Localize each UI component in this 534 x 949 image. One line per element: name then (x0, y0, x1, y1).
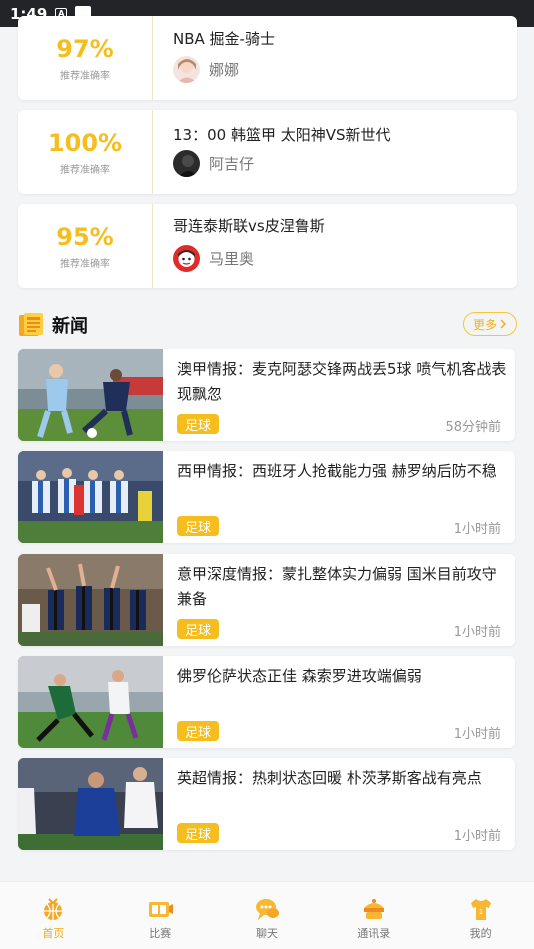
tip-author-name: 阿吉仔 (209, 155, 255, 173)
news-category-tag: 足球 (177, 823, 220, 843)
news-category-tag: 足球 (177, 619, 220, 639)
chevron-right-icon (500, 319, 507, 329)
avatar (173, 150, 200, 177)
more-label: 更多 (472, 317, 497, 332)
news-thumbnail (18, 554, 163, 646)
news-item[interactable]: 佛罗伦萨状态正佳 森索罗进攻端偏弱 足球 1小时前 (18, 656, 515, 748)
news-section-header: 新闻 更多 (18, 310, 517, 340)
news-timestamp: 1小时前 (453, 522, 501, 537)
news-headline: 英超情报：热刺状态回暖 朴茨茅斯客战有亮点 (177, 769, 482, 787)
tip-rate-value: 100% (47, 128, 123, 157)
tip-title: NBA 掘金-骑士 (173, 30, 275, 48)
tip-author[interactable]: 马里奥 (173, 245, 254, 272)
tab-label: 我的 (469, 927, 492, 940)
tab-me[interactable]: 1 我的 (427, 882, 534, 949)
news-item[interactable]: 意甲深度情报：蒙扎整体实力偏弱 国米目前攻守兼备 足球 1小时前 (18, 554, 515, 646)
more-news-button[interactable]: 更多 (463, 312, 517, 336)
news-thumbnail (18, 758, 163, 850)
newspaper-icon (19, 313, 43, 336)
news-timestamp: 1小时前 (453, 727, 501, 742)
jersey-icon: 1 (470, 899, 491, 920)
tip-rate-block: 95% 推荐准确率 (18, 204, 153, 288)
tab-label: 首页 (42, 927, 65, 940)
news-item[interactable]: 西甲情报：西班牙人抢截能力强 赫罗纳后防不稳 足球 1小时前 (18, 451, 515, 543)
news-category-tag: 足球 (177, 414, 220, 434)
tip-rate-block: 100% 推荐准确率 (18, 110, 153, 194)
news-thumbnail (18, 349, 163, 441)
avatar (173, 245, 200, 272)
tip-author[interactable]: 阿吉仔 (173, 150, 254, 177)
tab-contacts[interactable]: 通讯录 (320, 882, 427, 949)
svg-text:1: 1 (478, 908, 482, 916)
tip-card[interactable]: 100% 推荐准确率 13：00 韩篮甲 太阳神VS新世代 阿吉仔 (18, 110, 517, 194)
news-category-tag: 足球 (177, 721, 220, 741)
tab-chat[interactable]: 聊天 (214, 882, 321, 949)
chat-bubble-icon (255, 899, 279, 920)
tip-title: 哥连泰斯联vs皮涅鲁斯 (173, 217, 325, 235)
tip-rate-value: 95% (56, 222, 114, 251)
scoreboard-icon (149, 902, 174, 917)
news-thumbnail (18, 656, 163, 748)
news-section-title: 新闻 (52, 316, 88, 337)
news-category-tag: 足球 (177, 516, 220, 536)
news-timestamp: 1小时前 (453, 625, 501, 640)
tip-rate-block: 97% 推荐准确率 (18, 16, 153, 100)
news-item[interactable]: 澳甲情报：麦克阿瑟交锋两战丢5球 喷气机客战表现飘忽 足球 58分钟前 (18, 349, 515, 441)
news-headline: 西甲情报：西班牙人抢截能力强 赫罗纳后防不稳 (177, 462, 497, 480)
contacts-icon (363, 899, 384, 919)
news-headline: 佛罗伦萨状态正佳 森索罗进攻端偏弱 (177, 667, 422, 685)
tip-rate-value: 97% (56, 34, 114, 63)
tip-title: 13：00 韩篮甲 太阳神VS新世代 (173, 126, 391, 144)
tip-rate-label: 推荐准确率 (60, 258, 110, 270)
tip-card[interactable]: 95% 推荐准确率 哥连泰斯联vs皮涅鲁斯 马里奥 (18, 204, 517, 288)
tab-label: 聊天 (255, 927, 278, 940)
bottom-tab-bar: 首页 比赛 聊天 通讯录 1 我的 (0, 881, 534, 949)
tip-rate-label: 推荐准确率 (60, 70, 110, 82)
tip-card[interactable]: 97% 推荐准确率 NBA 掘金-骑士 娜娜 (18, 16, 517, 100)
news-item[interactable]: 英超情报：热刺状态回暖 朴茨茅斯客战有亮点 足球 1小时前 (18, 758, 515, 850)
news-timestamp: 58分钟前 (445, 420, 501, 435)
tip-author[interactable]: 娜娜 (173, 56, 239, 83)
tab-label: 比赛 (149, 927, 172, 940)
news-thumbnail (18, 451, 163, 543)
tip-author-name: 娜娜 (209, 61, 240, 79)
news-headline: 澳甲情报：麦克阿瑟交锋两战丢5球 喷气机客战表现飘忽 (177, 360, 507, 403)
tab-home[interactable]: 首页 (0, 882, 107, 949)
tab-matches[interactable]: 比赛 (107, 882, 214, 949)
news-timestamp: 1小时前 (453, 829, 501, 844)
tip-rate-label: 推荐准确率 (60, 164, 110, 176)
tip-author-name: 马里奥 (209, 250, 255, 268)
avatar (173, 56, 200, 83)
news-headline: 意甲深度情报：蒙扎整体实力偏弱 国米目前攻守兼备 (177, 565, 497, 608)
tab-label: 通讯录 (357, 927, 391, 940)
home-basketball-icon (44, 898, 63, 920)
